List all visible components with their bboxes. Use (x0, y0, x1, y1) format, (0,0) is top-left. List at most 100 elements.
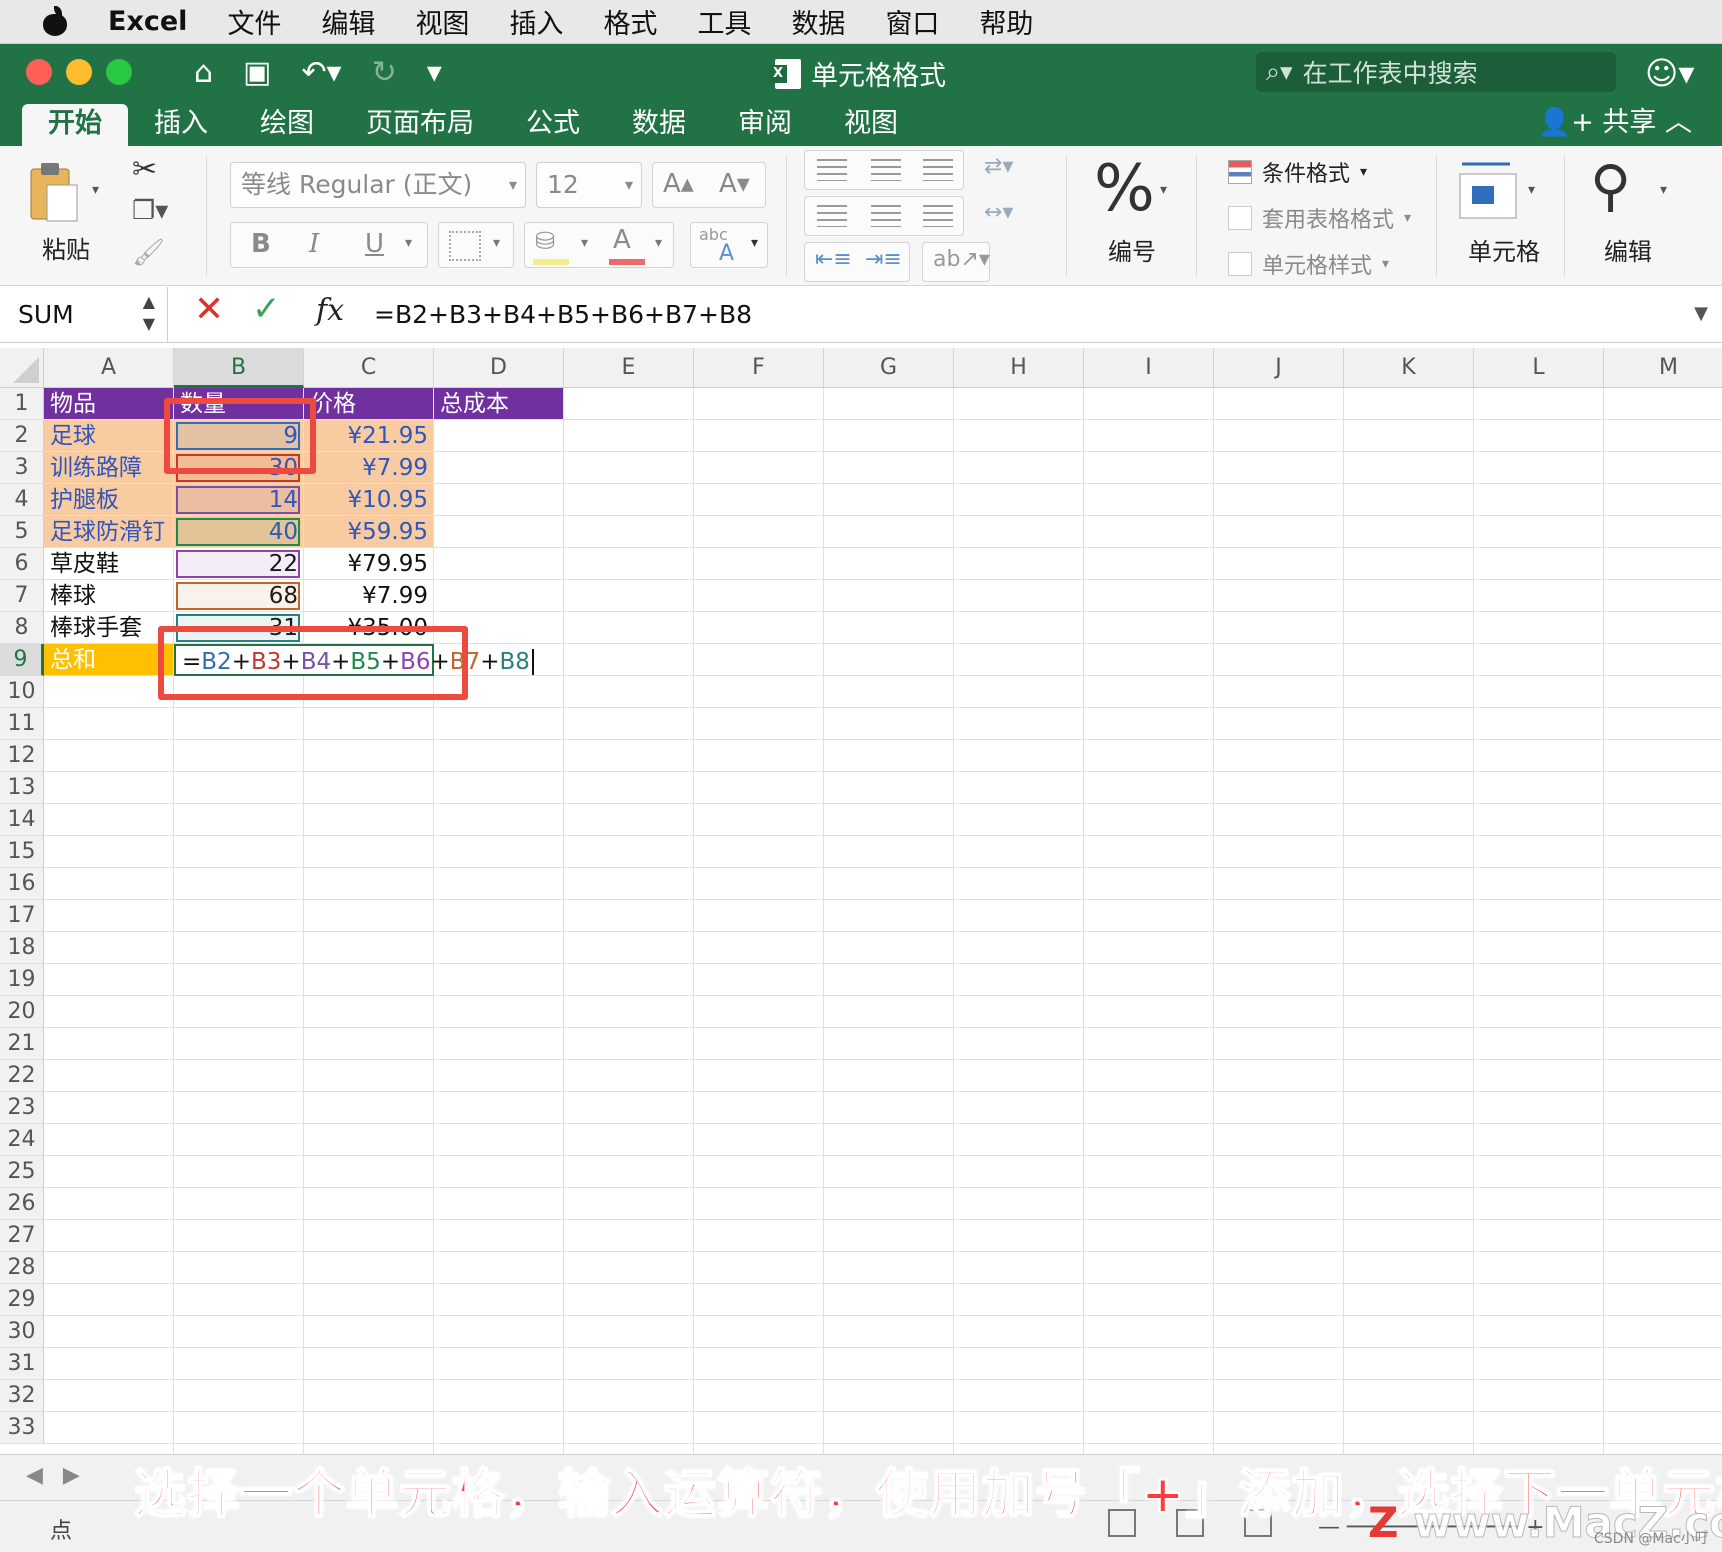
row-header-26[interactable]: 26 (0, 1188, 44, 1220)
conditional-format-button[interactable]: 条件格式 ▾ (1228, 156, 1367, 188)
price-cell[interactable]: ¥10.95 (304, 484, 434, 516)
cells-button[interactable] (1458, 158, 1518, 220)
menu-window[interactable]: 窗口 (885, 2, 939, 41)
row-header-27[interactable]: 27 (0, 1220, 44, 1252)
font-color-button[interactable]: A (613, 225, 631, 255)
row-header-20[interactable]: 20 (0, 996, 44, 1028)
chevron-down-icon[interactable]: ▾ (655, 235, 662, 251)
row-header-30[interactable]: 30 (0, 1316, 44, 1348)
total-label-cell[interactable]: 总和 (44, 644, 174, 676)
cell-style-button[interactable]: 单元格样式 ▾ (1228, 248, 1389, 280)
wrap-text-icon[interactable]: ⇄▾ (984, 154, 1013, 179)
tab-home[interactable]: 开始 (22, 104, 128, 146)
phonetic-button[interactable]: abc A ▾ (690, 222, 768, 268)
sheet-nav-arrows-icon[interactable]: ◀▶ (26, 1463, 100, 1488)
align-top-icon[interactable] (817, 159, 847, 181)
row-header-18[interactable]: 18 (0, 932, 44, 964)
borders-button[interactable]: ▾ (438, 222, 514, 268)
row-header-10[interactable]: 10 (0, 676, 44, 708)
active-cell-editor[interactable]: =B2+B3+B4+B5+B6+B7+B8​ (174, 644, 534, 676)
font-size-select[interactable]: 12 ▾ (536, 162, 642, 208)
column-header-k[interactable]: K (1344, 348, 1474, 388)
increase-indent-icon[interactable]: ⇥≡ (865, 247, 902, 272)
row-header-22[interactable]: 22 (0, 1060, 44, 1092)
paste-dropdown[interactable]: ▾ (92, 182, 99, 198)
column-header-a[interactable]: A (44, 348, 174, 388)
chevron-down-icon[interactable]: ▾ (405, 235, 412, 251)
column-header-g[interactable]: G (824, 348, 954, 388)
chevron-down-icon[interactable]: ▾ (1160, 182, 1167, 198)
row-header-31[interactable]: 31 (0, 1348, 44, 1380)
item-cell[interactable]: 棒球 (44, 580, 174, 612)
row-header-9[interactable]: 9 (0, 644, 44, 676)
column-header-d[interactable]: D (434, 348, 564, 388)
shrink-font-button[interactable]: A▾ (719, 169, 750, 199)
align-left-icon[interactable] (817, 205, 847, 227)
close-window-button[interactable] (26, 59, 52, 85)
menu-view[interactable]: 视图 (415, 2, 469, 41)
item-cell[interactable]: 足球 (44, 420, 174, 452)
align-bottom-icon[interactable] (923, 159, 953, 181)
column-header-e[interactable]: E (564, 348, 694, 388)
expand-formula-bar-icon[interactable]: ▼ (1694, 303, 1708, 324)
tab-formulas[interactable]: 公式 (500, 104, 606, 146)
tab-review[interactable]: 审阅 (712, 104, 818, 146)
bold-button[interactable]: B (251, 229, 271, 259)
chevron-down-icon[interactable]: ▾ (1660, 182, 1667, 198)
column-header-f[interactable]: F (694, 348, 824, 388)
grow-font-button[interactable]: A▴ (663, 169, 694, 199)
price-cell[interactable]: ¥7.99 (304, 580, 434, 612)
item-cell[interactable]: 护腿板 (44, 484, 174, 516)
menu-help[interactable]: 帮助 (979, 2, 1033, 41)
percent-icon[interactable]: % (1094, 152, 1155, 226)
paste-button[interactable] (26, 160, 82, 224)
stepper-icon[interactable]: ▲ ▼ (143, 291, 155, 335)
menu-format[interactable]: 格式 (603, 2, 657, 41)
feedback-smiley-icon[interactable]: ☺▾ (1645, 54, 1694, 92)
menu-app[interactable]: Excel (108, 6, 187, 37)
formula-input[interactable]: =B2+B3+B4+B5+B6+B7+B8 (374, 287, 752, 343)
item-cell[interactable]: 训练路障 (44, 452, 174, 484)
column-header-b[interactable]: B (174, 348, 304, 388)
column-header-h[interactable]: H (954, 348, 1084, 388)
row-header-13[interactable]: 13 (0, 772, 44, 804)
apple-icon[interactable] (40, 5, 70, 38)
price-cell[interactable]: ¥7.99 (304, 452, 434, 484)
underline-button[interactable]: U (365, 229, 384, 259)
chevron-down-icon[interactable]: ▾ (1528, 182, 1535, 198)
select-all-button[interactable] (0, 348, 44, 388)
column-header-c[interactable]: C (304, 348, 434, 388)
tab-draw[interactable]: 绘图 (234, 104, 340, 146)
row-header-7[interactable]: 7 (0, 580, 44, 612)
price-cell[interactable]: ¥59.95 (304, 516, 434, 548)
customize-toolbar-icon[interactable]: ▾ (427, 55, 442, 90)
row-header-24[interactable]: 24 (0, 1124, 44, 1156)
share-button[interactable]: 👤+ 共享 ︿ (1538, 100, 1692, 146)
item-cell[interactable]: 足球防滑钉 (44, 516, 174, 548)
sheet-search-input[interactable]: ⌕▾ 在工作表中搜索 (1256, 52, 1616, 92)
row-header-32[interactable]: 32 (0, 1380, 44, 1412)
menu-edit[interactable]: 编辑 (321, 2, 375, 41)
column-header-i[interactable]: I (1084, 348, 1214, 388)
cut-icon[interactable]: ✂ (132, 152, 157, 187)
row-header-17[interactable]: 17 (0, 900, 44, 932)
row-header-3[interactable]: 3 (0, 452, 44, 484)
insert-function-icon[interactable]: fx (316, 293, 344, 328)
row-header-29[interactable]: 29 (0, 1284, 44, 1316)
format-painter-icon[interactable]: 🖌 (132, 238, 165, 268)
row-header-21[interactable]: 21 (0, 1028, 44, 1060)
tab-view[interactable]: 视图 (818, 104, 924, 146)
row-header-1[interactable]: 1 (0, 388, 44, 420)
copy-icon[interactable]: ❐▾ (132, 196, 168, 226)
align-middle-icon[interactable] (871, 159, 901, 181)
row-header-16[interactable]: 16 (0, 868, 44, 900)
font-name-select[interactable]: 等线 Regular (正文) ▾ (230, 162, 526, 208)
redo-icon[interactable]: ↻ (372, 55, 397, 90)
decrease-indent-icon[interactable]: ⇤≡ (815, 247, 852, 272)
row-header-19[interactable]: 19 (0, 964, 44, 996)
column-header-j[interactable]: J (1214, 348, 1344, 388)
table-format-button[interactable]: 套用表格格式 ▾ (1228, 202, 1411, 234)
home-icon[interactable]: ⌂ (194, 55, 213, 90)
chevron-down-icon[interactable]: ▾ (581, 235, 588, 251)
find-search-icon[interactable]: ⚲ (1590, 154, 1631, 219)
